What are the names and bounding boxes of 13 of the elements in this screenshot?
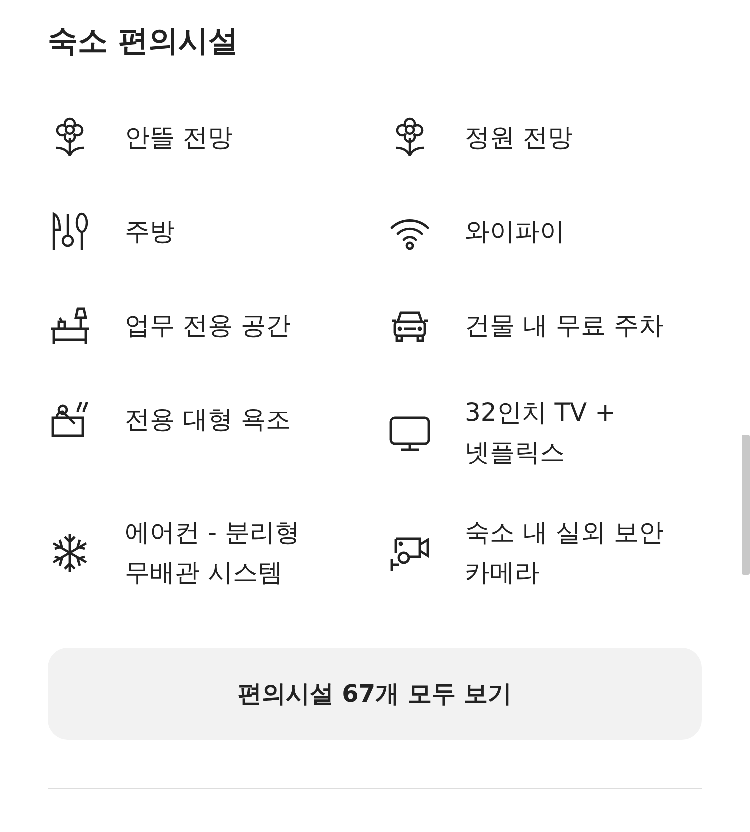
amenity-label: 정원 전망	[465, 122, 574, 154]
section-title: 숙소 편의시설	[48, 23, 240, 61]
amenity-label: 전용 대형 욕조	[125, 404, 292, 436]
amenity-label: 숙소 내 실외 보안 카메라	[465, 517, 665, 589]
amenity-label: 32인치 TV + 넷플릭스	[465, 397, 618, 469]
amenity-label: 업무 전용 공간	[125, 310, 292, 342]
scrollbar-thumb[interactable]	[742, 435, 750, 575]
amenity-label: 안뜰 전망	[125, 122, 234, 154]
show-all-amenities-button[interactable]: 편의시설 67개 모두 보기	[48, 648, 702, 740]
amenity-label: 주방	[125, 216, 176, 248]
amenity-label: 에어컨 - 분리형 무배관 시스템	[125, 517, 301, 589]
amenity-label: 와이파이	[465, 216, 566, 248]
amenity-label: 건물 내 무료 주차	[465, 310, 665, 342]
